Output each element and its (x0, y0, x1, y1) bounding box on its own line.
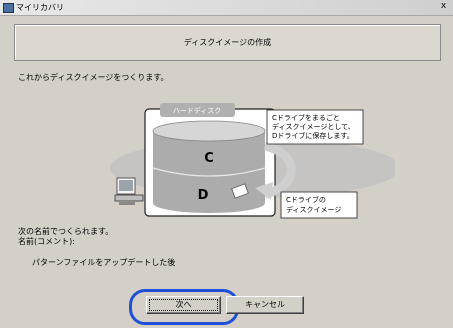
name-info-line2: 名前(コメント): (18, 237, 75, 246)
close-button[interactable]: x (438, 1, 449, 12)
title-bar: マイリカバリ x (0, 0, 453, 16)
callout-bottom-line2: ディスクイメージ (286, 205, 341, 214)
cancel-button[interactable]: キャンセル (226, 296, 304, 314)
disk-image-diagram: ハードディスク C D Cドライブをまるごと ディスクイメージとして、 Dドライ… (110, 103, 395, 219)
next-button[interactable]: 次へ (146, 296, 221, 314)
page-title: ディスクイメージの作成 (183, 38, 272, 47)
image-name-text: パターンファイルをアップデートした後 (32, 258, 176, 267)
callout-top-line3: Dドライブに保存します。 (272, 131, 354, 140)
callout-bottom-line1: Cドライブの (286, 195, 326, 204)
cylinder-top (152, 120, 266, 142)
window-title: マイリカバリ (16, 3, 64, 12)
intro-text: これからディスクイメージをつくります。 (18, 73, 169, 82)
callout-top-line1: Cドライブをまるごと (272, 113, 340, 122)
name-info: 次の名前でつくられます。 名前(コメント): (18, 227, 113, 247)
header-panel: ディスクイメージの作成 (14, 24, 441, 61)
callout-top-line2: ディスクイメージとして、 (272, 122, 355, 131)
drive-c-label: C (204, 151, 214, 166)
name-info-line1: 次の名前でつくられます。 (18, 227, 114, 236)
cylinder-bottom (153, 193, 265, 213)
app-icon (3, 3, 14, 13)
drive-d-label: D (198, 188, 209, 203)
hdd-label: ハードディスク (173, 106, 222, 115)
